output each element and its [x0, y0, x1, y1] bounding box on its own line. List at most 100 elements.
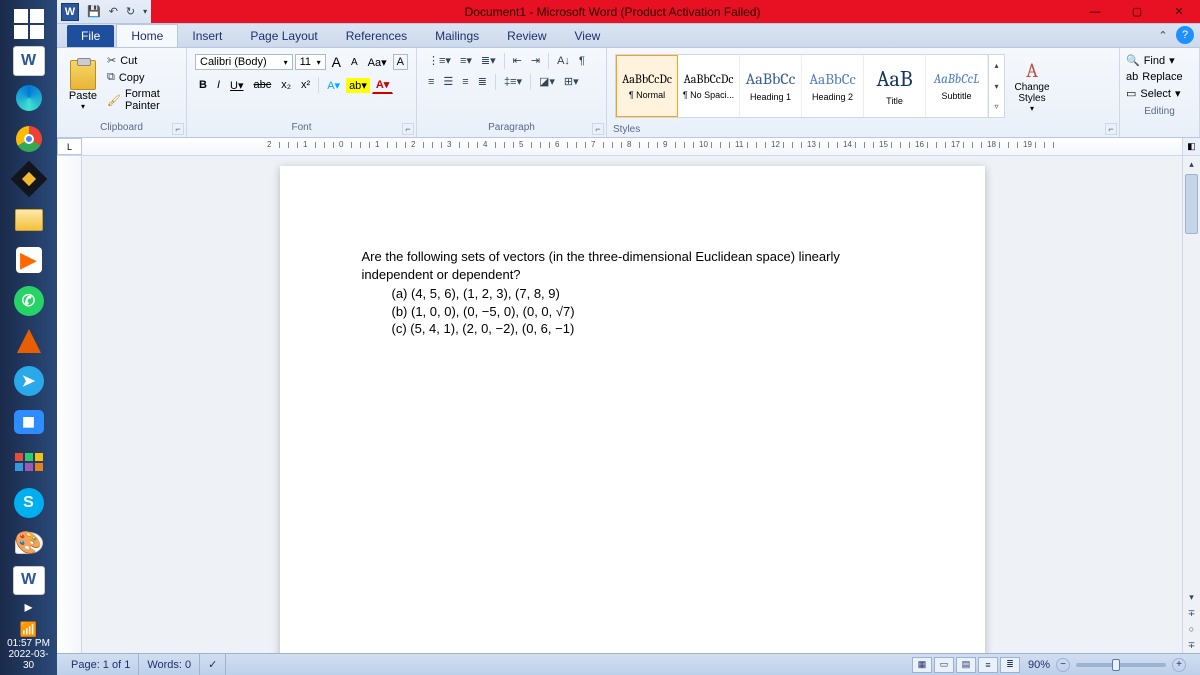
replace-button[interactable]: abReplace	[1124, 69, 1195, 85]
subscript-button[interactable]: x₂	[277, 77, 295, 93]
italic-button[interactable]: I	[213, 77, 224, 93]
borders-button[interactable]: ⊞▾	[561, 73, 582, 90]
web-layout-view[interactable]: ▤	[956, 657, 976, 673]
horizontal-ruler[interactable]: 21012345678910111213141516171819	[82, 138, 1182, 155]
zoom-out-button[interactable]: −	[1056, 658, 1070, 672]
whatsapp-icon[interactable]: ✆	[9, 282, 49, 318]
styles-gallery-scroll[interactable]: ▴▾▿	[988, 55, 1004, 117]
ruler-toggle-icon[interactable]: ◧	[1182, 138, 1200, 155]
zoom-in-button[interactable]: +	[1172, 658, 1186, 672]
tab-references[interactable]: References	[332, 25, 421, 47]
style-no-spacing[interactable]: AaBbCcDc¶ No Spaci...	[678, 55, 740, 117]
scroll-thumb[interactable]	[1185, 174, 1198, 234]
word-running-icon[interactable]: W	[13, 566, 45, 595]
close-button[interactable]: ✕	[1158, 0, 1200, 23]
font-color-button[interactable]: A▾	[372, 76, 393, 94]
text-effects-button[interactable]: A▾	[323, 77, 344, 94]
show-marks-button[interactable]: ¶	[576, 53, 588, 69]
help-icon[interactable]: ?	[1176, 26, 1194, 44]
vertical-ruler[interactable]	[57, 156, 82, 653]
binance-icon[interactable]	[9, 161, 49, 197]
decrease-indent-button[interactable]: ⇤	[510, 52, 525, 69]
sort-button[interactable]: A↓	[554, 53, 573, 69]
font-name-combo[interactable]: Calibri (Body)▾	[195, 54, 293, 70]
font-size-combo[interactable]: 11▾	[295, 54, 326, 70]
grow-font-button[interactable]: A	[328, 52, 345, 72]
zoom-icon[interactable]: ■	[9, 404, 49, 440]
tab-mailings[interactable]: Mailings	[421, 25, 493, 47]
highlight-button[interactable]: ab▾	[346, 78, 370, 93]
explorer-icon[interactable]	[9, 201, 49, 237]
align-right-button[interactable]: ≡	[459, 74, 471, 90]
bullets-button[interactable]: ⋮≡▾	[425, 52, 454, 69]
proofing-icon[interactable]: ✓	[200, 654, 226, 675]
taskbar-expand[interactable]: ▸	[0, 597, 57, 617]
align-center-button[interactable]: ☰	[440, 73, 456, 90]
font-launcher-icon[interactable]: ⌐	[402, 123, 414, 135]
style-heading2[interactable]: AaBbCcHeading 2	[802, 55, 864, 117]
tab-view[interactable]: View	[561, 25, 615, 47]
app-grid-icon[interactable]	[9, 444, 49, 480]
paste-dropdown-icon[interactable]: ▾	[81, 102, 85, 111]
find-button[interactable]: 🔍Find▾	[1124, 52, 1195, 69]
vlc-icon[interactable]	[9, 323, 49, 359]
document-page[interactable]: Are the following sets of vectors (in th…	[280, 166, 985, 653]
styles-launcher-icon[interactable]: ⌐	[1105, 123, 1117, 135]
tab-file[interactable]: File	[67, 25, 114, 47]
change-case-button[interactable]: Aa▾	[364, 54, 391, 71]
numbering-button[interactable]: ≡▾	[457, 52, 475, 69]
page-scroll[interactable]: Are the following sets of vectors (in th…	[82, 156, 1182, 653]
style-heading1[interactable]: AaBbCcHeading 1	[740, 55, 802, 117]
justify-button[interactable]: ≣	[475, 73, 490, 90]
browse-object-icon[interactable]: ∓	[1183, 605, 1200, 621]
vertical-scrollbar[interactable]: ▴ ▾ ∓ ○ ∓	[1182, 156, 1200, 653]
page-status[interactable]: Page: 1 of 1	[63, 654, 139, 675]
full-screen-view[interactable]: ▭	[934, 657, 954, 673]
superscript-button[interactable]: x²	[297, 77, 314, 93]
next-page-icon[interactable]: ∓	[1183, 637, 1200, 653]
qat-undo-icon[interactable]: ↶	[105, 5, 122, 18]
cut-button[interactable]: ✂Cut	[105, 52, 178, 69]
print-layout-view[interactable]: ▦	[912, 657, 932, 673]
copy-button[interactable]: ⧉Copy	[105, 69, 178, 86]
underline-button[interactable]: U▾	[226, 77, 247, 94]
line-spacing-button[interactable]: ‡≡▾	[501, 73, 525, 90]
skype-icon[interactable]: S	[9, 485, 49, 521]
paste-button[interactable]: Paste ▾	[63, 50, 103, 120]
word-count[interactable]: Words: 0	[139, 654, 200, 675]
paint-icon[interactable]: 🎨	[9, 525, 49, 561]
outline-view[interactable]: ≡	[978, 657, 998, 673]
strikethrough-button[interactable]: abc	[250, 77, 276, 93]
align-left-button[interactable]: ≡	[425, 74, 437, 90]
zoom-level[interactable]: 90%	[1028, 659, 1050, 671]
style-title[interactable]: AaBTitle	[864, 55, 926, 117]
start-button[interactable]	[9, 6, 49, 42]
chrome-icon[interactable]	[9, 120, 49, 156]
tab-insert[interactable]: Insert	[178, 25, 236, 47]
draft-view[interactable]: ≣	[1000, 657, 1020, 673]
word-app-icon[interactable]: W	[13, 46, 45, 75]
tab-selector[interactable]: L	[57, 138, 82, 155]
tab-review[interactable]: Review	[493, 25, 560, 47]
change-styles-button[interactable]: A Change Styles ▾	[1007, 50, 1057, 122]
select-button[interactable]: ▭Select▾	[1124, 85, 1195, 102]
shading-button[interactable]: ◪▾	[536, 73, 558, 90]
maximize-button[interactable]: ▢	[1116, 0, 1158, 23]
media-player-icon[interactable]: ▶	[9, 242, 49, 278]
minimize-button[interactable]: —	[1074, 0, 1116, 23]
qat-redo-icon[interactable]: ↻	[122, 5, 139, 18]
edge-icon[interactable]	[9, 80, 49, 116]
tab-home[interactable]: Home	[116, 24, 178, 47]
telegram-icon[interactable]: ➤	[9, 363, 49, 399]
shrink-font-button[interactable]: A	[347, 55, 362, 70]
system-tray[interactable]: 📶 01:57 PM 2022-03-30	[0, 617, 57, 675]
zoom-slider[interactable]	[1076, 663, 1166, 667]
increase-indent-button[interactable]: ⇥	[528, 52, 543, 69]
style-normal[interactable]: AaBbCcDc¶ Normal	[616, 55, 678, 117]
tab-page-layout[interactable]: Page Layout	[236, 25, 331, 47]
minimize-ribbon-icon[interactable]: ⌃	[1154, 26, 1172, 44]
qat-save-icon[interactable]: 💾	[83, 5, 105, 18]
paragraph-launcher-icon[interactable]: ⌐	[592, 123, 604, 135]
bold-button[interactable]: B	[195, 77, 211, 93]
style-subtitle[interactable]: AaBbCcLSubtitle	[926, 55, 988, 117]
